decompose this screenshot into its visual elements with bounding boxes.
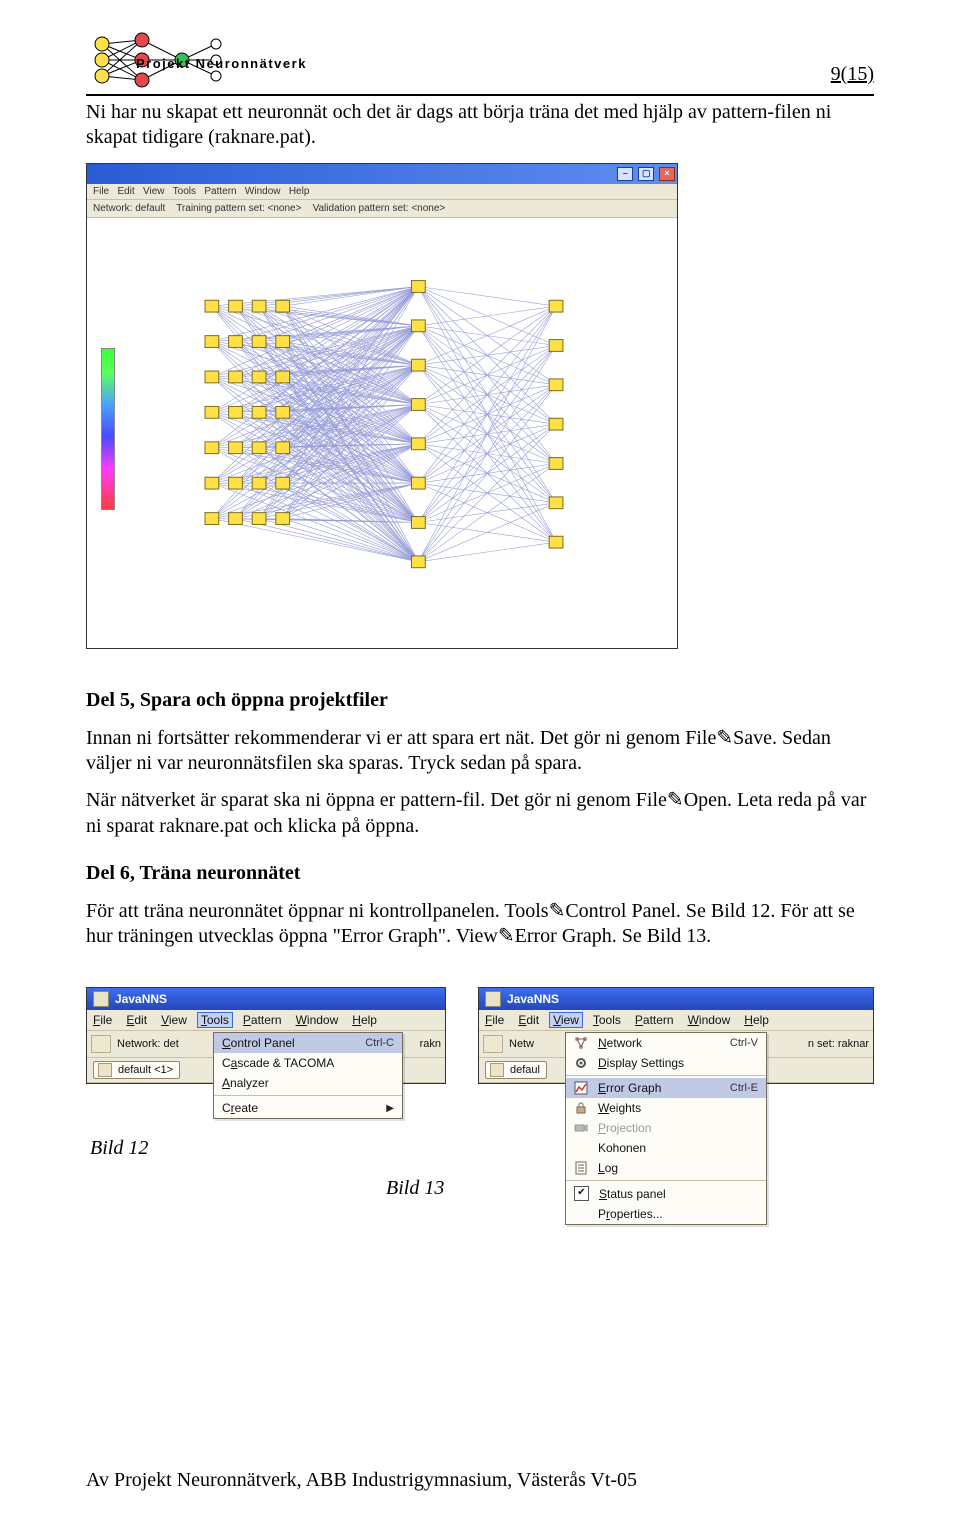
menuitem-log[interactable]: Log [566,1158,766,1178]
fig12-toolbar-tail: rakn [420,1038,441,1050]
menuitem-network[interactable]: NetworkCtrl-V [566,1033,766,1053]
menu-file[interactable]: File [485,1013,504,1027]
menu-file[interactable]: File [93,1013,112,1027]
log-icon [574,1161,588,1175]
network-icon [483,1035,503,1053]
fig12-menubar[interactable]: File Edit View Tools Pattern Window Help [87,1010,445,1031]
fig13-titlebar: JavaNNS [479,988,873,1010]
page-footer: Av Projekt Neuronnätverk, ABB Industrigy… [86,1469,637,1492]
figure-11: – ▢ × File Edit View Tools Pattern Windo… [86,163,678,649]
menu-view[interactable]: View [549,1012,583,1028]
menuitem-properties[interactable]: Properties... [566,1204,766,1224]
fig13-toolbar-head: Netw [509,1038,534,1050]
menu-tools[interactable]: Tools [197,1012,233,1028]
close-icon[interactable]: × [659,167,675,181]
fig12-titlebar: JavaNNS [87,988,445,1010]
menu-separator [214,1095,402,1096]
fig13-menubar[interactable]: File Edit View Tools Pattern Window Help [479,1010,873,1031]
menu-separator [566,1180,766,1181]
checkbox-icon[interactable]: ✔ [574,1186,589,1201]
menuitem-cascade-tacoma[interactable]: Cascade & TACOMA [214,1053,402,1073]
maximize-icon[interactable]: ▢ [638,167,654,181]
fig11-menubar: File Edit View Tools Pattern Window Help [87,184,677,200]
subwindow-icon [98,1063,112,1077]
menu-tools[interactable]: Tools [593,1013,621,1027]
menu-edit[interactable]: Edit [518,1013,539,1027]
subwindow-icon [490,1063,504,1077]
network-icon [91,1035,111,1053]
menuitem-weights[interactable]: Weights [566,1098,766,1118]
page-number: 9(15) [831,63,874,88]
neuralnet-logo-icon: Projekt Neuronnätverk [86,30,396,88]
menu-separator [566,1075,766,1076]
fig12-app-title: JavaNNS [115,992,167,1006]
menu-view[interactable]: View [161,1013,187,1027]
submenu-arrow-icon: ▶ [386,1103,394,1114]
fig11-toolbar: Network: default Training pattern set: <… [87,200,677,218]
menuitem-kohonen[interactable]: Kohonen [566,1138,766,1158]
network-icon [574,1036,588,1050]
menu-pattern[interactable]: Pattern [243,1013,282,1027]
lock-icon [574,1101,588,1115]
section-5-p2: När nätverket är sparat ska ni öppna er … [86,788,874,839]
intro-paragraph: Ni har nu skapat ett neuronnät och det ä… [86,100,874,151]
menu-pattern[interactable]: Pattern [635,1013,674,1027]
pencil-icon: ✎ [667,789,684,811]
fig13-view-dropdown[interactable]: NetworkCtrl-V Display Settings Error Gra… [565,1032,767,1225]
pencil-icon: ✎ [498,925,515,947]
page-header: Projekt Neuronnätverk 9(15) [86,30,874,96]
pencil-icon: ✎ [716,727,733,749]
menu-window[interactable]: Window [296,1013,339,1027]
menu-window[interactable]: Window [688,1013,731,1027]
menuitem-analyzer[interactable]: Analyzer [214,1073,402,1093]
fig12-inner-title: default <1> [118,1064,173,1076]
neuralnet-graph-icon: (function(){ var svg=document.currentScr… [87,218,677,648]
fig13-toolbar-tail: n set: raknar [808,1038,869,1050]
fig11-titlebar: – ▢ × [87,164,677,184]
app-icon [93,991,109,1007]
chart-icon [574,1081,588,1095]
menuitem-status-panel[interactable]: ✔ Status panel [566,1183,766,1204]
menuitem-error-graph[interactable]: Error GraphCtrl-E [566,1078,766,1098]
menu-edit[interactable]: Edit [126,1013,147,1027]
menuitem-projection: Projection [566,1118,766,1138]
section-6-p1: För att träna neuronnätet öppnar ni kont… [86,899,874,950]
logo: Projekt Neuronnätverk [86,30,396,88]
menuitem-display-settings[interactable]: Display Settings [566,1053,766,1073]
svg-text:Projekt Neuronnätverk: Projekt Neuronnätverk [136,56,307,71]
fig13-inner-window[interactable]: defaul [485,1061,547,1079]
section-5-p1: Innan ni fortsätter rekommenderar vi er … [86,726,874,777]
app-icon [485,991,501,1007]
menu-help[interactable]: Help [352,1013,377,1027]
fig13-app-title: JavaNNS [507,992,559,1006]
menuitem-control-panel[interactable]: Control PanelCtrl-C [214,1033,402,1053]
section-6-heading: Del 6, Träna neuronnätet [86,861,874,886]
gear-icon [574,1056,588,1070]
menu-help[interactable]: Help [744,1013,769,1027]
pencil-icon: ✎ [549,900,566,922]
fig12-toolbar-label: Network: det [117,1038,179,1050]
section-5-heading: Del 5, Spara och öppna projektfiler [86,688,874,713]
fig12-inner-window[interactable]: default <1> [93,1061,180,1079]
menuitem-create[interactable]: Create▶ [214,1098,402,1118]
fig12-tools-dropdown[interactable]: Control PanelCtrl-C Cascade & TACOMA Ana… [213,1032,403,1119]
fig13-inner-title: defaul [510,1064,540,1076]
minimize-icon[interactable]: – [617,167,633,181]
fig11-canvas: (function(){ var svg=document.currentScr… [87,218,677,648]
camera-icon [574,1121,588,1135]
figures-12-13-row: JavaNNS File Edit View Tools Pattern Win… [86,987,874,1084]
